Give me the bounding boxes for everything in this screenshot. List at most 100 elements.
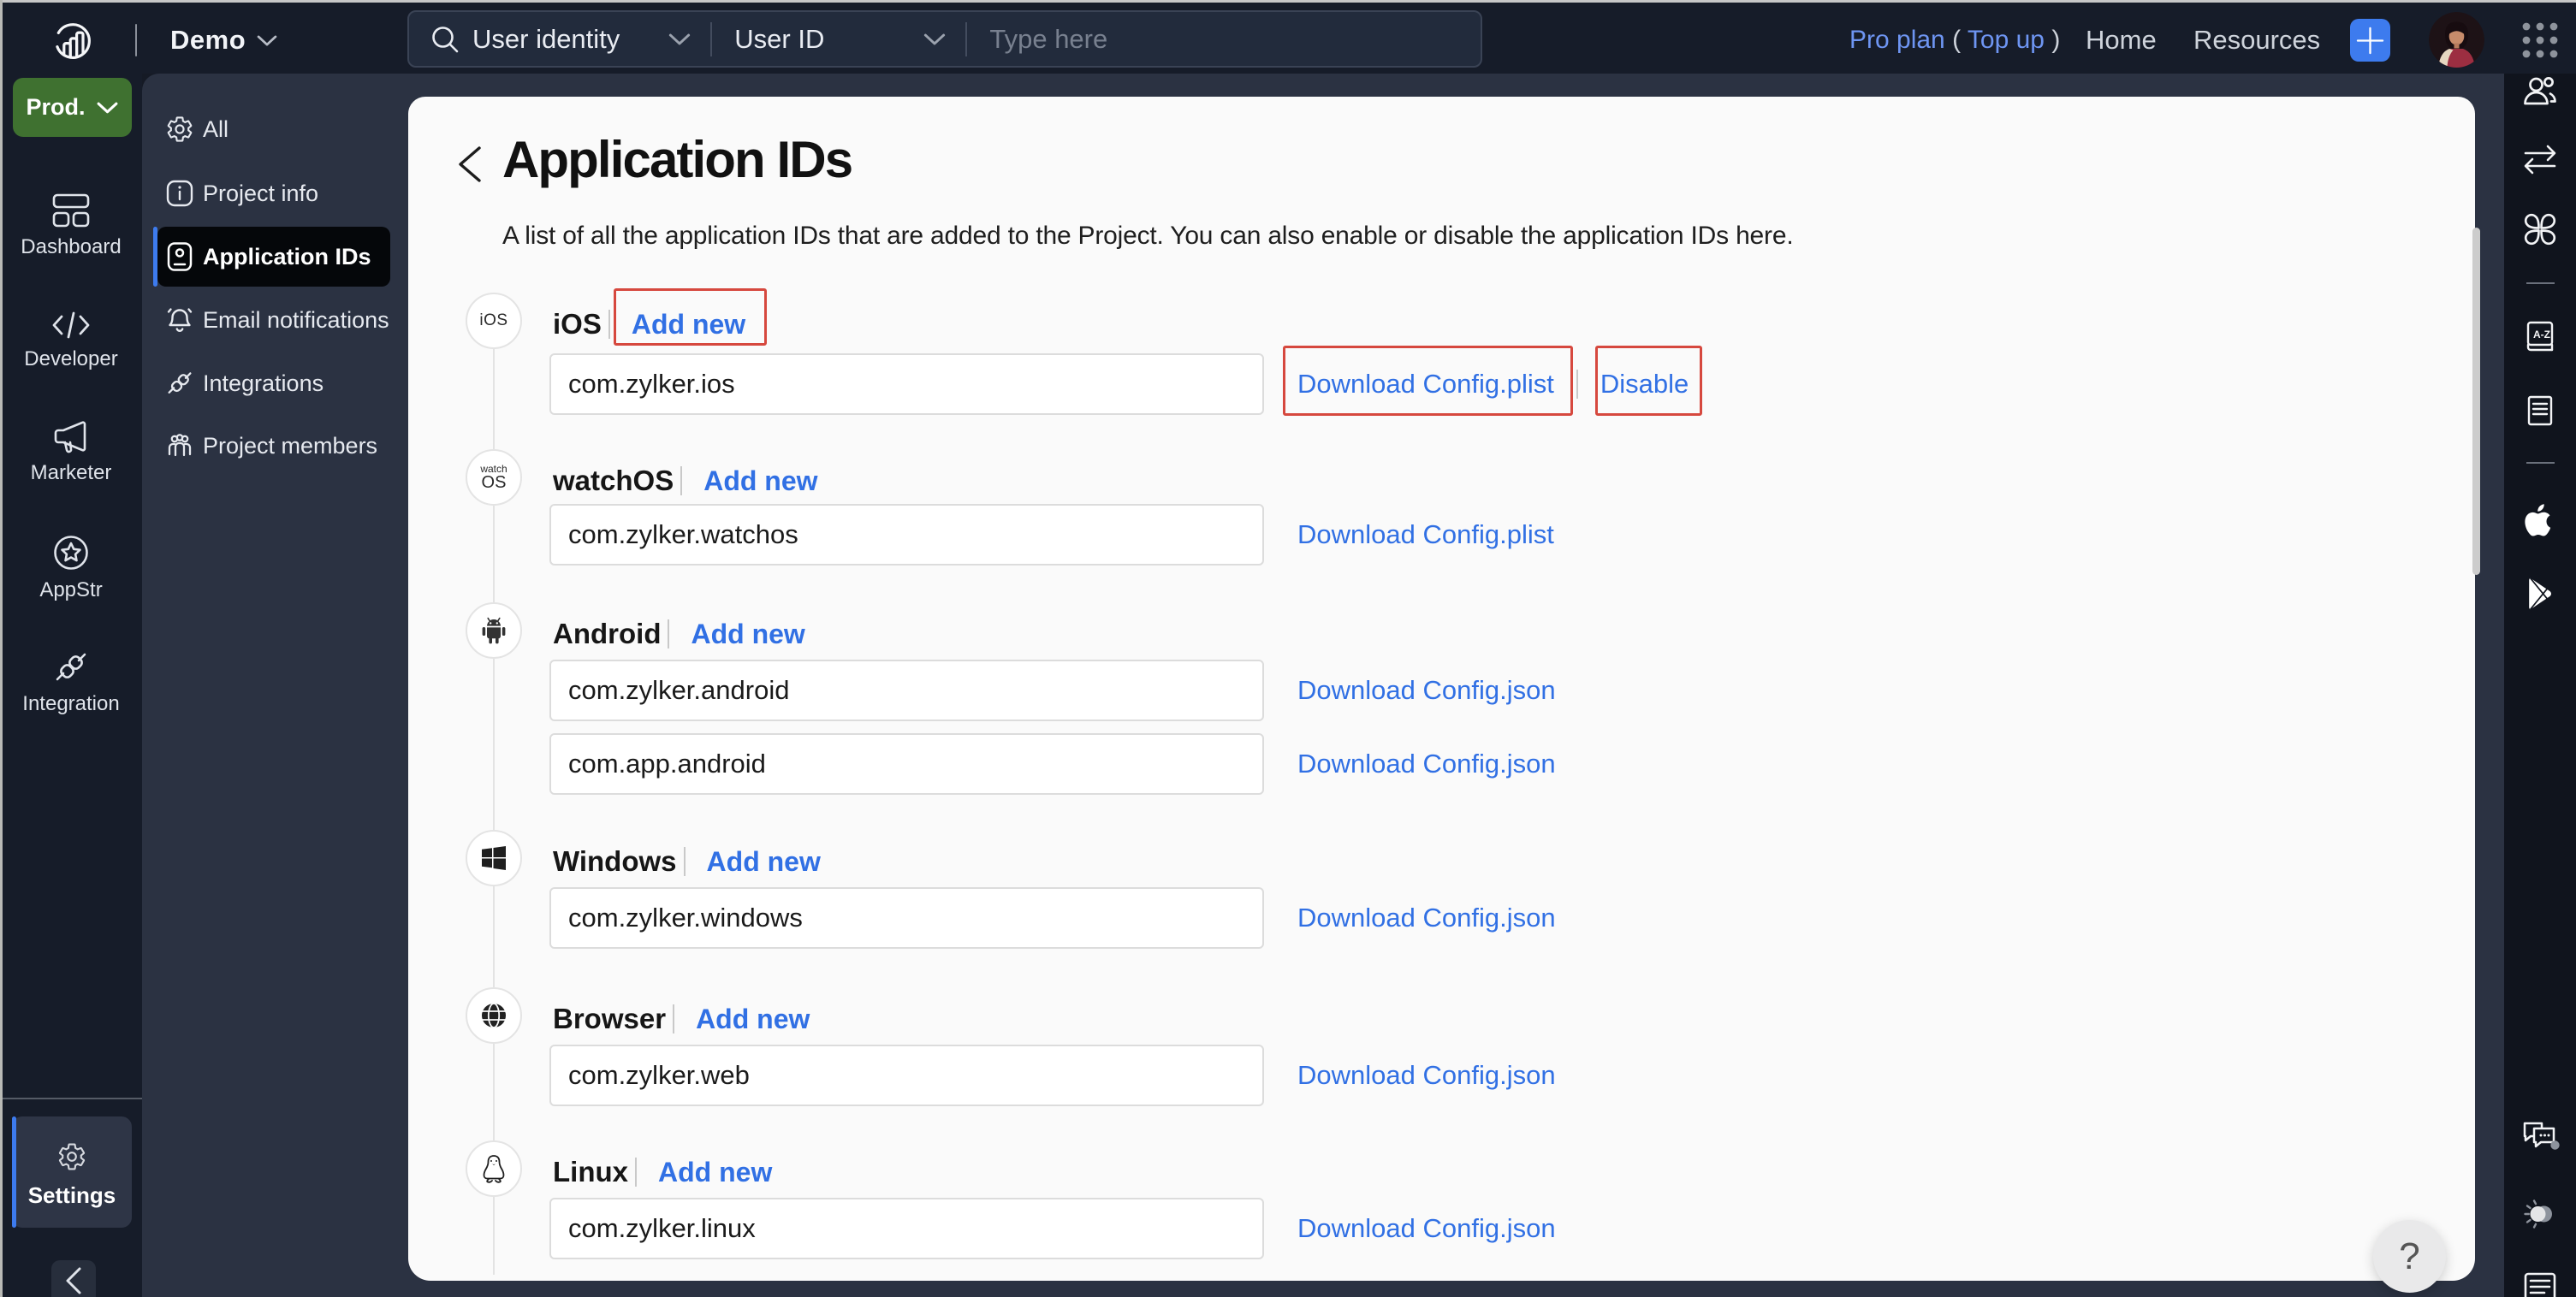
extensions-button[interactable] xyxy=(2504,211,2576,247)
play-link-button[interactable] xyxy=(2504,575,2576,613)
topup-link[interactable]: Top up xyxy=(1968,26,2045,54)
annotation-box-add-new xyxy=(614,288,767,346)
add-new-link-android[interactable]: Add new xyxy=(691,619,804,650)
app-id-input[interactable] xyxy=(549,1198,1264,1259)
app-id-input[interactable] xyxy=(549,1045,1264,1106)
environment-label: Prod. xyxy=(26,94,86,120)
settings-sidebar: All Project info Application IDs Email n… xyxy=(142,74,2504,1297)
settings-active-indicator xyxy=(12,1116,16,1228)
download-config-link[interactable]: Download Config.json xyxy=(1297,749,1556,779)
download-config-link[interactable]: Download Config.json xyxy=(1297,1060,1556,1091)
news-button[interactable] xyxy=(2504,1272,2576,1297)
sidebar-item-dashboard[interactable]: Dashboard xyxy=(0,193,142,259)
app-actions-row: Download Config.json xyxy=(1297,660,1556,721)
sidebar-item-developer[interactable]: Developer xyxy=(0,311,142,371)
section-header-linux: Linux Add new xyxy=(553,1140,772,1197)
search-input[interactable] xyxy=(989,23,1315,55)
plug-link-icon xyxy=(168,372,192,394)
platform-circle-watchos: watch OS xyxy=(466,449,522,506)
link-divider xyxy=(1576,370,1578,399)
apple-link-button[interactable] xyxy=(2504,501,2576,539)
app-id-input[interactable] xyxy=(549,353,1264,415)
topbar-divider xyxy=(135,24,137,56)
code-icon xyxy=(52,311,90,339)
add-button[interactable] xyxy=(2350,19,2390,62)
scrollbar-thumb[interactable] xyxy=(2472,228,2480,575)
help-button[interactable]: ? xyxy=(2373,1220,2446,1293)
menu-item-application-ids[interactable]: Application IDs xyxy=(157,227,390,287)
app-id-input[interactable] xyxy=(549,504,1264,566)
apptics-logo[interactable] xyxy=(52,21,93,62)
plug-icon xyxy=(56,653,86,681)
menu-item-integrations[interactable]: Integrations xyxy=(157,353,390,413)
platform-label: iOS xyxy=(553,308,602,340)
header-divider xyxy=(608,310,610,339)
nav-resources[interactable]: Resources xyxy=(2193,25,2320,56)
bell-icon xyxy=(167,308,193,332)
annotation-box-disable xyxy=(1595,346,1702,416)
appstore-icon xyxy=(54,536,88,570)
add-new-link-watchos[interactable]: Add new xyxy=(703,465,817,497)
plan-paren-open: ( xyxy=(1952,26,1962,54)
download-config-link[interactable]: Download Config.json xyxy=(1297,903,1556,933)
swap-button[interactable] xyxy=(2504,143,2576,175)
chevron-down-icon[interactable] xyxy=(256,33,278,48)
download-config-link[interactable]: Download Config.plist xyxy=(1297,519,1554,550)
environment-selector[interactable]: Prod. xyxy=(13,78,132,137)
top-bar: Demo User identity User ID Pro plan ( To… xyxy=(0,0,2576,74)
platform-label: Linux xyxy=(553,1156,628,1187)
feedback-button[interactable] xyxy=(2504,1119,2576,1155)
sidebar-item-marketer[interactable]: Marketer xyxy=(0,421,142,485)
glossary-button[interactable]: A-Z xyxy=(2504,320,2576,354)
plus-icon xyxy=(2356,27,2384,54)
ios-circle-label: iOS xyxy=(479,311,508,329)
app-id-input[interactable] xyxy=(549,660,1264,721)
platform-circle-browser xyxy=(466,987,522,1044)
section-header-watchos: watchOS Add new xyxy=(553,449,818,506)
platform-circle-ios: iOS xyxy=(466,293,522,349)
menu-item-project-info[interactable]: Project info xyxy=(157,163,390,223)
add-new-link-browser[interactable]: Add new xyxy=(696,1004,810,1035)
avatar-image xyxy=(2429,12,2484,68)
app-id-input[interactable] xyxy=(549,887,1264,949)
dashboard-icon xyxy=(52,193,90,228)
chevron-down-icon[interactable] xyxy=(923,32,947,47)
download-config-link[interactable]: Download Config.json xyxy=(1297,675,1556,706)
add-new-link-linux[interactable]: Add new xyxy=(658,1157,772,1188)
megaphone-icon xyxy=(54,421,86,453)
contacts-button[interactable] xyxy=(2504,75,2576,110)
left-sidebar: Prod. Dashboard Developer Marketer AppSt… xyxy=(0,74,142,1297)
app-actions-row: Download Config.json xyxy=(1297,733,1556,795)
plan-badge[interactable]: Pro plan ( Top up ) xyxy=(1849,26,2060,55)
chevron-down-icon[interactable] xyxy=(668,32,691,47)
apps-grid-icon[interactable] xyxy=(2521,21,2559,59)
search-category-select[interactable]: User identity xyxy=(472,24,620,55)
sidebar-item-settings[interactable]: Settings xyxy=(12,1116,132,1228)
collapse-sidebar-button[interactable] xyxy=(51,1260,96,1297)
nav-home[interactable]: Home xyxy=(2086,25,2157,56)
android-icon xyxy=(482,617,506,644)
sidebar-item-appstr[interactable]: AppStr xyxy=(0,535,142,602)
app-id-input[interactable] xyxy=(549,733,1264,795)
plan-name[interactable]: Pro plan xyxy=(1849,26,1945,54)
sidebar-item-integration[interactable]: Integration xyxy=(0,650,142,716)
swap-arrows-icon xyxy=(2524,145,2556,175)
download-config-link[interactable]: Download Config.json xyxy=(1297,1213,1556,1244)
menu-item-all[interactable]: All xyxy=(157,99,390,159)
apple-icon xyxy=(2525,504,2551,536)
menu-item-email-notifications[interactable]: Email notifications xyxy=(157,290,390,350)
people-duo-icon xyxy=(2524,77,2556,105)
theme-toggle-button[interactable] xyxy=(2504,1195,2576,1233)
section-header-browser: Browser Add new xyxy=(553,987,810,1044)
menu-item-project-members[interactable]: Project members xyxy=(157,416,390,476)
search-field-select[interactable]: User ID xyxy=(734,24,824,55)
back-button[interactable] xyxy=(453,144,490,185)
user-avatar[interactable] xyxy=(2429,12,2484,68)
search-divider xyxy=(965,21,968,56)
chevron-down-icon xyxy=(97,102,117,113)
docs-button[interactable] xyxy=(2504,394,2576,428)
project-selector[interactable]: Demo xyxy=(170,25,246,56)
search-bar[interactable]: User identity User ID xyxy=(407,10,1482,68)
header-divider xyxy=(668,619,670,648)
add-new-link-windows[interactable]: Add new xyxy=(707,846,821,878)
